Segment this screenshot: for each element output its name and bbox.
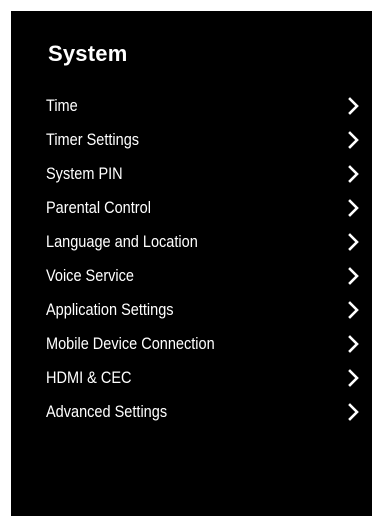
chevron-right-icon (348, 233, 359, 251)
page-title: System (48, 41, 128, 66)
menu-item-time[interactable]: Time (11, 89, 372, 123)
menu-item-mobile-device-connection[interactable]: Mobile Device Connection (11, 327, 372, 361)
menu-item-language-and-location[interactable]: Language and Location (11, 225, 372, 259)
menu-item-label: HDMI & CEC (46, 369, 132, 387)
menu-item-label: Voice Service (46, 267, 134, 285)
chevron-right-icon (348, 301, 359, 319)
menu-item-label: Mobile Device Connection (46, 335, 215, 353)
chevron-right-icon (348, 131, 359, 149)
menu-item-label: Advanced Settings (46, 403, 168, 421)
system-settings-panel: System Time Timer Settings System PIN Pa… (11, 11, 372, 516)
chevron-right-icon (348, 165, 359, 183)
menu-item-label: Application Settings (46, 301, 174, 319)
menu-item-application-settings[interactable]: Application Settings (11, 293, 372, 327)
menu-item-timer-settings[interactable]: Timer Settings (11, 123, 372, 157)
chevron-right-icon (348, 97, 359, 115)
chevron-right-icon (348, 335, 359, 353)
menu-item-advanced-settings[interactable]: Advanced Settings (11, 395, 372, 429)
chevron-right-icon (348, 199, 359, 217)
menu-item-system-pin[interactable]: System PIN (11, 157, 372, 191)
chevron-right-icon (348, 403, 359, 421)
settings-menu: Time Timer Settings System PIN Parental … (11, 89, 372, 429)
menu-item-hdmi-cec[interactable]: HDMI & CEC (11, 361, 372, 395)
chevron-right-icon (348, 369, 359, 387)
menu-item-label: Language and Location (46, 233, 198, 251)
menu-item-parental-control[interactable]: Parental Control (11, 191, 372, 225)
menu-item-label: Timer Settings (46, 131, 140, 149)
menu-item-label: System PIN (46, 165, 123, 183)
menu-item-label: Parental Control (46, 199, 151, 217)
menu-item-label: Time (46, 97, 78, 115)
chevron-right-icon (348, 267, 359, 285)
menu-item-voice-service[interactable]: Voice Service (11, 259, 372, 293)
